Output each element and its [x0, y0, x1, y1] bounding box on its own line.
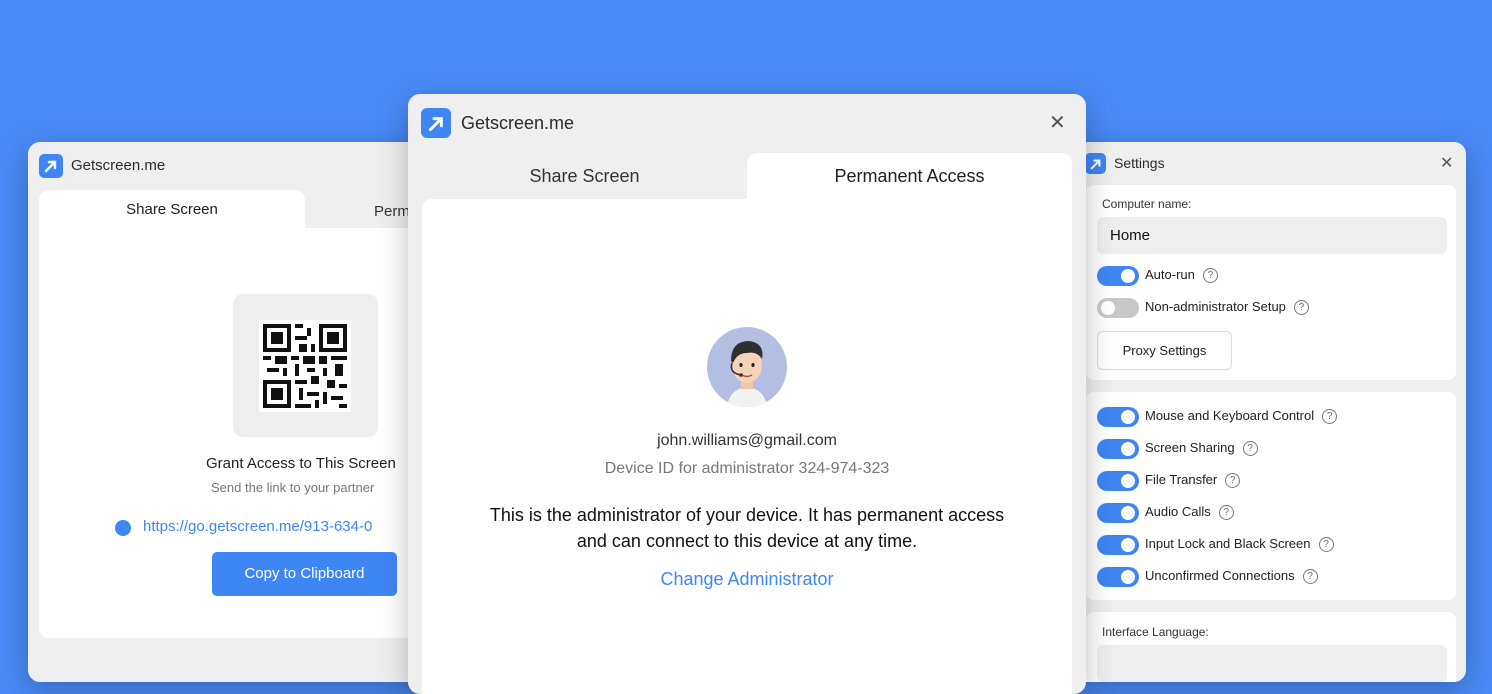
- computer-name-value: Home: [1110, 227, 1151, 244]
- mouse-keyboard-label: Mouse and Keyboard Control?: [1145, 408, 1338, 425]
- getscreen-logo-icon: [421, 108, 451, 138]
- close-icon[interactable]: ✕: [1440, 153, 1453, 173]
- audio-calls-toggle[interactable]: [1097, 503, 1139, 523]
- grant-access-subtitle: Send the link to your partner: [211, 480, 375, 495]
- change-administrator-link: Change Administrator: [422, 569, 1072, 590]
- copy-to-clipboard-button[interactable]: Copy to Clipboard: [212, 552, 397, 596]
- admin-device-id: Device ID for administrator 324-974-323: [604, 460, 890, 477]
- proxy-settings-button[interactable]: Proxy Settings: [1097, 331, 1232, 370]
- unconfirmed-connections-label: Unconfirmed Connections?: [1145, 568, 1318, 585]
- language-card: Interface Language:: [1086, 612, 1456, 682]
- help-icon[interactable]: ?: [1225, 473, 1241, 489]
- file-transfer-toggle[interactable]: [1097, 471, 1139, 491]
- share-screen-window: Getscreen.me Share Screen Perm Grant Acc…: [28, 142, 448, 682]
- help-icon[interactable]: ?: [1202, 268, 1218, 284]
- computer-name-label: Computer name:: [1102, 197, 1192, 211]
- window-title: Getscreen.me: [461, 113, 575, 133]
- share-panel: Grant Access to This Screen Send the lin…: [39, 228, 448, 638]
- settings-window: Settings ✕ Computer name: Home Auto-run?…: [1076, 142, 1466, 682]
- description-line: This is the administrator of your device…: [489, 505, 1005, 525]
- screen-sharing-label: Screen Sharing?: [1145, 440, 1258, 457]
- computer-name-input[interactable]: Home: [1097, 217, 1447, 254]
- help-icon[interactable]: ?: [1242, 441, 1258, 457]
- tab-label: Permanent Access: [834, 166, 985, 186]
- tab-permanent-access[interactable]: Permanent Access: [747, 153, 1072, 201]
- admin-panel: john.williams@gmail.com Device ID for ad…: [422, 199, 1072, 694]
- auto-run-toggle[interactable]: [1097, 266, 1139, 286]
- input-lock-label: Input Lock and Black Screen?: [1145, 536, 1334, 553]
- permissions-card: Mouse and Keyboard Control? Screen Shari…: [1086, 392, 1456, 600]
- audio-calls-label: Audio Calls?: [1145, 504, 1234, 521]
- close-icon[interactable]: ✕: [1049, 110, 1066, 135]
- general-settings-card: Computer name: Home Auto-run? Non-admini…: [1086, 185, 1456, 380]
- avatar: [707, 327, 787, 407]
- share-link[interactable]: https://go.getscreen.me/913-634-0: [143, 518, 372, 535]
- help-icon[interactable]: ?: [1322, 409, 1338, 425]
- help-icon[interactable]: ?: [1318, 537, 1334, 553]
- status-dot-icon: [115, 520, 131, 536]
- interface-language-label: Interface Language:: [1102, 625, 1209, 639]
- permanent-access-window: Getscreen.me ✕ Share Screen Permanent Ac…: [408, 94, 1086, 694]
- unconfirmed-connections-toggle[interactable]: [1097, 567, 1139, 587]
- non-administrator-setup-toggle[interactable]: [1097, 298, 1139, 318]
- change-administrator-button[interactable]: Change Administrator: [660, 569, 833, 589]
- settings-title: Settings: [1114, 155, 1165, 171]
- help-icon[interactable]: ?: [1293, 300, 1309, 316]
- description-line: and can connect to this device at any ti…: [576, 531, 918, 551]
- file-transfer-label: File Transfer?: [1145, 472, 1241, 489]
- input-lock-toggle[interactable]: [1097, 535, 1139, 555]
- screen-sharing-toggle[interactable]: [1097, 439, 1139, 459]
- tab-permanent-access[interactable]: Perm: [374, 203, 410, 220]
- mouse-keyboard-toggle[interactable]: [1097, 407, 1139, 427]
- admin-email: john.williams@gmail.com: [657, 432, 837, 449]
- getscreen-logo-icon: [1085, 153, 1106, 174]
- auto-run-label: Auto-run?: [1145, 267, 1218, 284]
- language-select[interactable]: [1097, 645, 1447, 682]
- qr-code-icon: [259, 320, 351, 412]
- window-title: Getscreen.me: [71, 157, 166, 174]
- admin-description: This is the administrator of your device…: [422, 502, 1072, 554]
- non-administrator-setup-label: Non-administrator Setup?: [1145, 299, 1309, 316]
- help-icon[interactable]: ?: [1218, 505, 1234, 521]
- help-icon[interactable]: ?: [1302, 569, 1318, 585]
- tab-share-screen[interactable]: Share Screen: [422, 166, 747, 187]
- tab-label: Share Screen: [126, 201, 218, 218]
- getscreen-logo-icon: [39, 154, 63, 178]
- tab-share-screen[interactable]: Share Screen: [39, 190, 305, 230]
- grant-access-title: Grant Access to This Screen: [206, 455, 396, 472]
- qr-code-card: [233, 294, 378, 437]
